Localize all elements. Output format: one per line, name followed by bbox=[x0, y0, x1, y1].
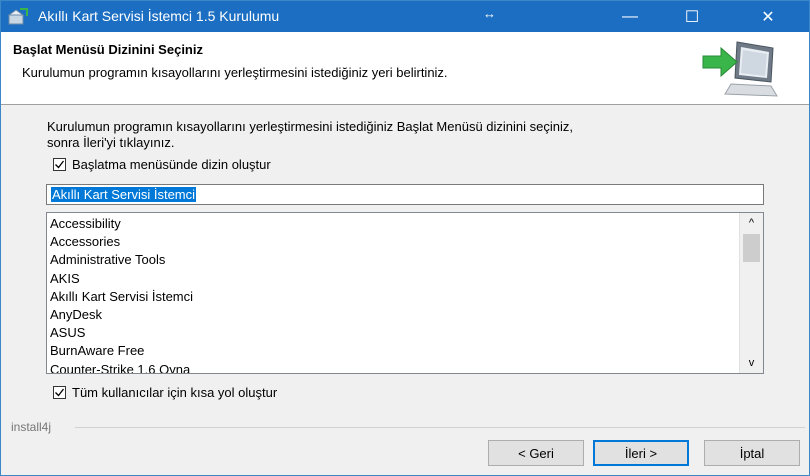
checkbox-box[interactable] bbox=[53, 386, 66, 399]
installer-app-icon bbox=[7, 8, 28, 25]
scroll-up-button[interactable]: ^ bbox=[740, 213, 763, 233]
list-item[interactable]: BurnAware Free bbox=[50, 342, 193, 360]
title-bar[interactable]: Akıllı Kart Servisi İstemci 1.5 Kurulumu… bbox=[1, 1, 809, 32]
create-folder-label: Başlatma menüsünde dizin oluştur bbox=[72, 157, 271, 172]
page-subtitle: Kurulumun programın kısayollarını yerleş… bbox=[22, 65, 448, 80]
folder-list-items: Accessibility Accessories Administrative… bbox=[50, 215, 193, 374]
list-item[interactable]: Administrative Tools bbox=[50, 251, 193, 269]
checkbox-box[interactable] bbox=[53, 158, 66, 171]
back-button[interactable]: < Geri bbox=[488, 440, 584, 466]
list-item[interactable]: Accessories bbox=[50, 233, 193, 251]
computer-arrow-icon bbox=[702, 41, 778, 97]
instruction-line-1: Kurulumun programın kısayollarını yerleş… bbox=[47, 119, 573, 134]
list-item[interactable]: Akıllı Kart Servisi İstemci bbox=[50, 288, 193, 306]
minimize-button[interactable]: — bbox=[607, 1, 653, 32]
list-item[interactable]: AnyDesk bbox=[50, 306, 193, 324]
folder-name-input[interactable]: Akıllı Kart Servisi İstemci bbox=[46, 184, 764, 205]
folder-list[interactable]: Accessibility Accessories Administrative… bbox=[46, 212, 764, 374]
window-title: Akıllı Kart Servisi İstemci 1.5 Kurulumu bbox=[38, 8, 280, 24]
wizard-header: Başlat Menüsü Dizinini Seçiniz Kurulumun… bbox=[1, 32, 809, 105]
page-title: Başlat Menüsü Dizinini Seçiniz bbox=[13, 42, 203, 57]
list-item[interactable]: Counter-Strike 1.6 Oyna bbox=[50, 361, 193, 374]
vertical-scrollbar[interactable]: ^ v bbox=[739, 213, 763, 373]
maximize-button[interactable]: ☐ bbox=[669, 1, 715, 32]
list-item[interactable]: Accessibility bbox=[50, 215, 193, 233]
scroll-down-button[interactable]: v bbox=[740, 353, 763, 373]
folder-name-selected-text: Akıllı Kart Servisi İstemci bbox=[51, 187, 197, 202]
all-users-label: Tüm kullanıcılar için kısa yol oluştur bbox=[72, 385, 278, 400]
list-item[interactable]: ASUS bbox=[50, 324, 193, 342]
instruction-text: Kurulumun programın kısayollarını yerleş… bbox=[47, 119, 747, 151]
cancel-button[interactable]: İptal bbox=[704, 440, 800, 466]
list-item[interactable]: AKIS bbox=[50, 270, 193, 288]
all-users-checkbox[interactable]: Tüm kullanıcılar için kısa yol oluştur bbox=[53, 385, 277, 400]
close-button[interactable]: ✕ bbox=[745, 1, 791, 32]
instruction-line-2: sonra İleri'yi tıklayınız. bbox=[47, 135, 175, 150]
footer-divider bbox=[75, 427, 805, 428]
checkmark-icon bbox=[55, 388, 65, 397]
next-button[interactable]: İleri > bbox=[593, 440, 689, 466]
resize-cursor-icon: ↔ bbox=[483, 6, 496, 21]
create-folder-checkbox[interactable]: Başlatma menüsünde dizin oluştur bbox=[53, 157, 271, 172]
installer-window: Akıllı Kart Servisi İstemci 1.5 Kurulumu… bbox=[0, 0, 810, 476]
checkmark-icon bbox=[55, 160, 65, 169]
brand-label: install4j bbox=[11, 420, 52, 434]
scrollbar-thumb[interactable] bbox=[743, 234, 760, 262]
